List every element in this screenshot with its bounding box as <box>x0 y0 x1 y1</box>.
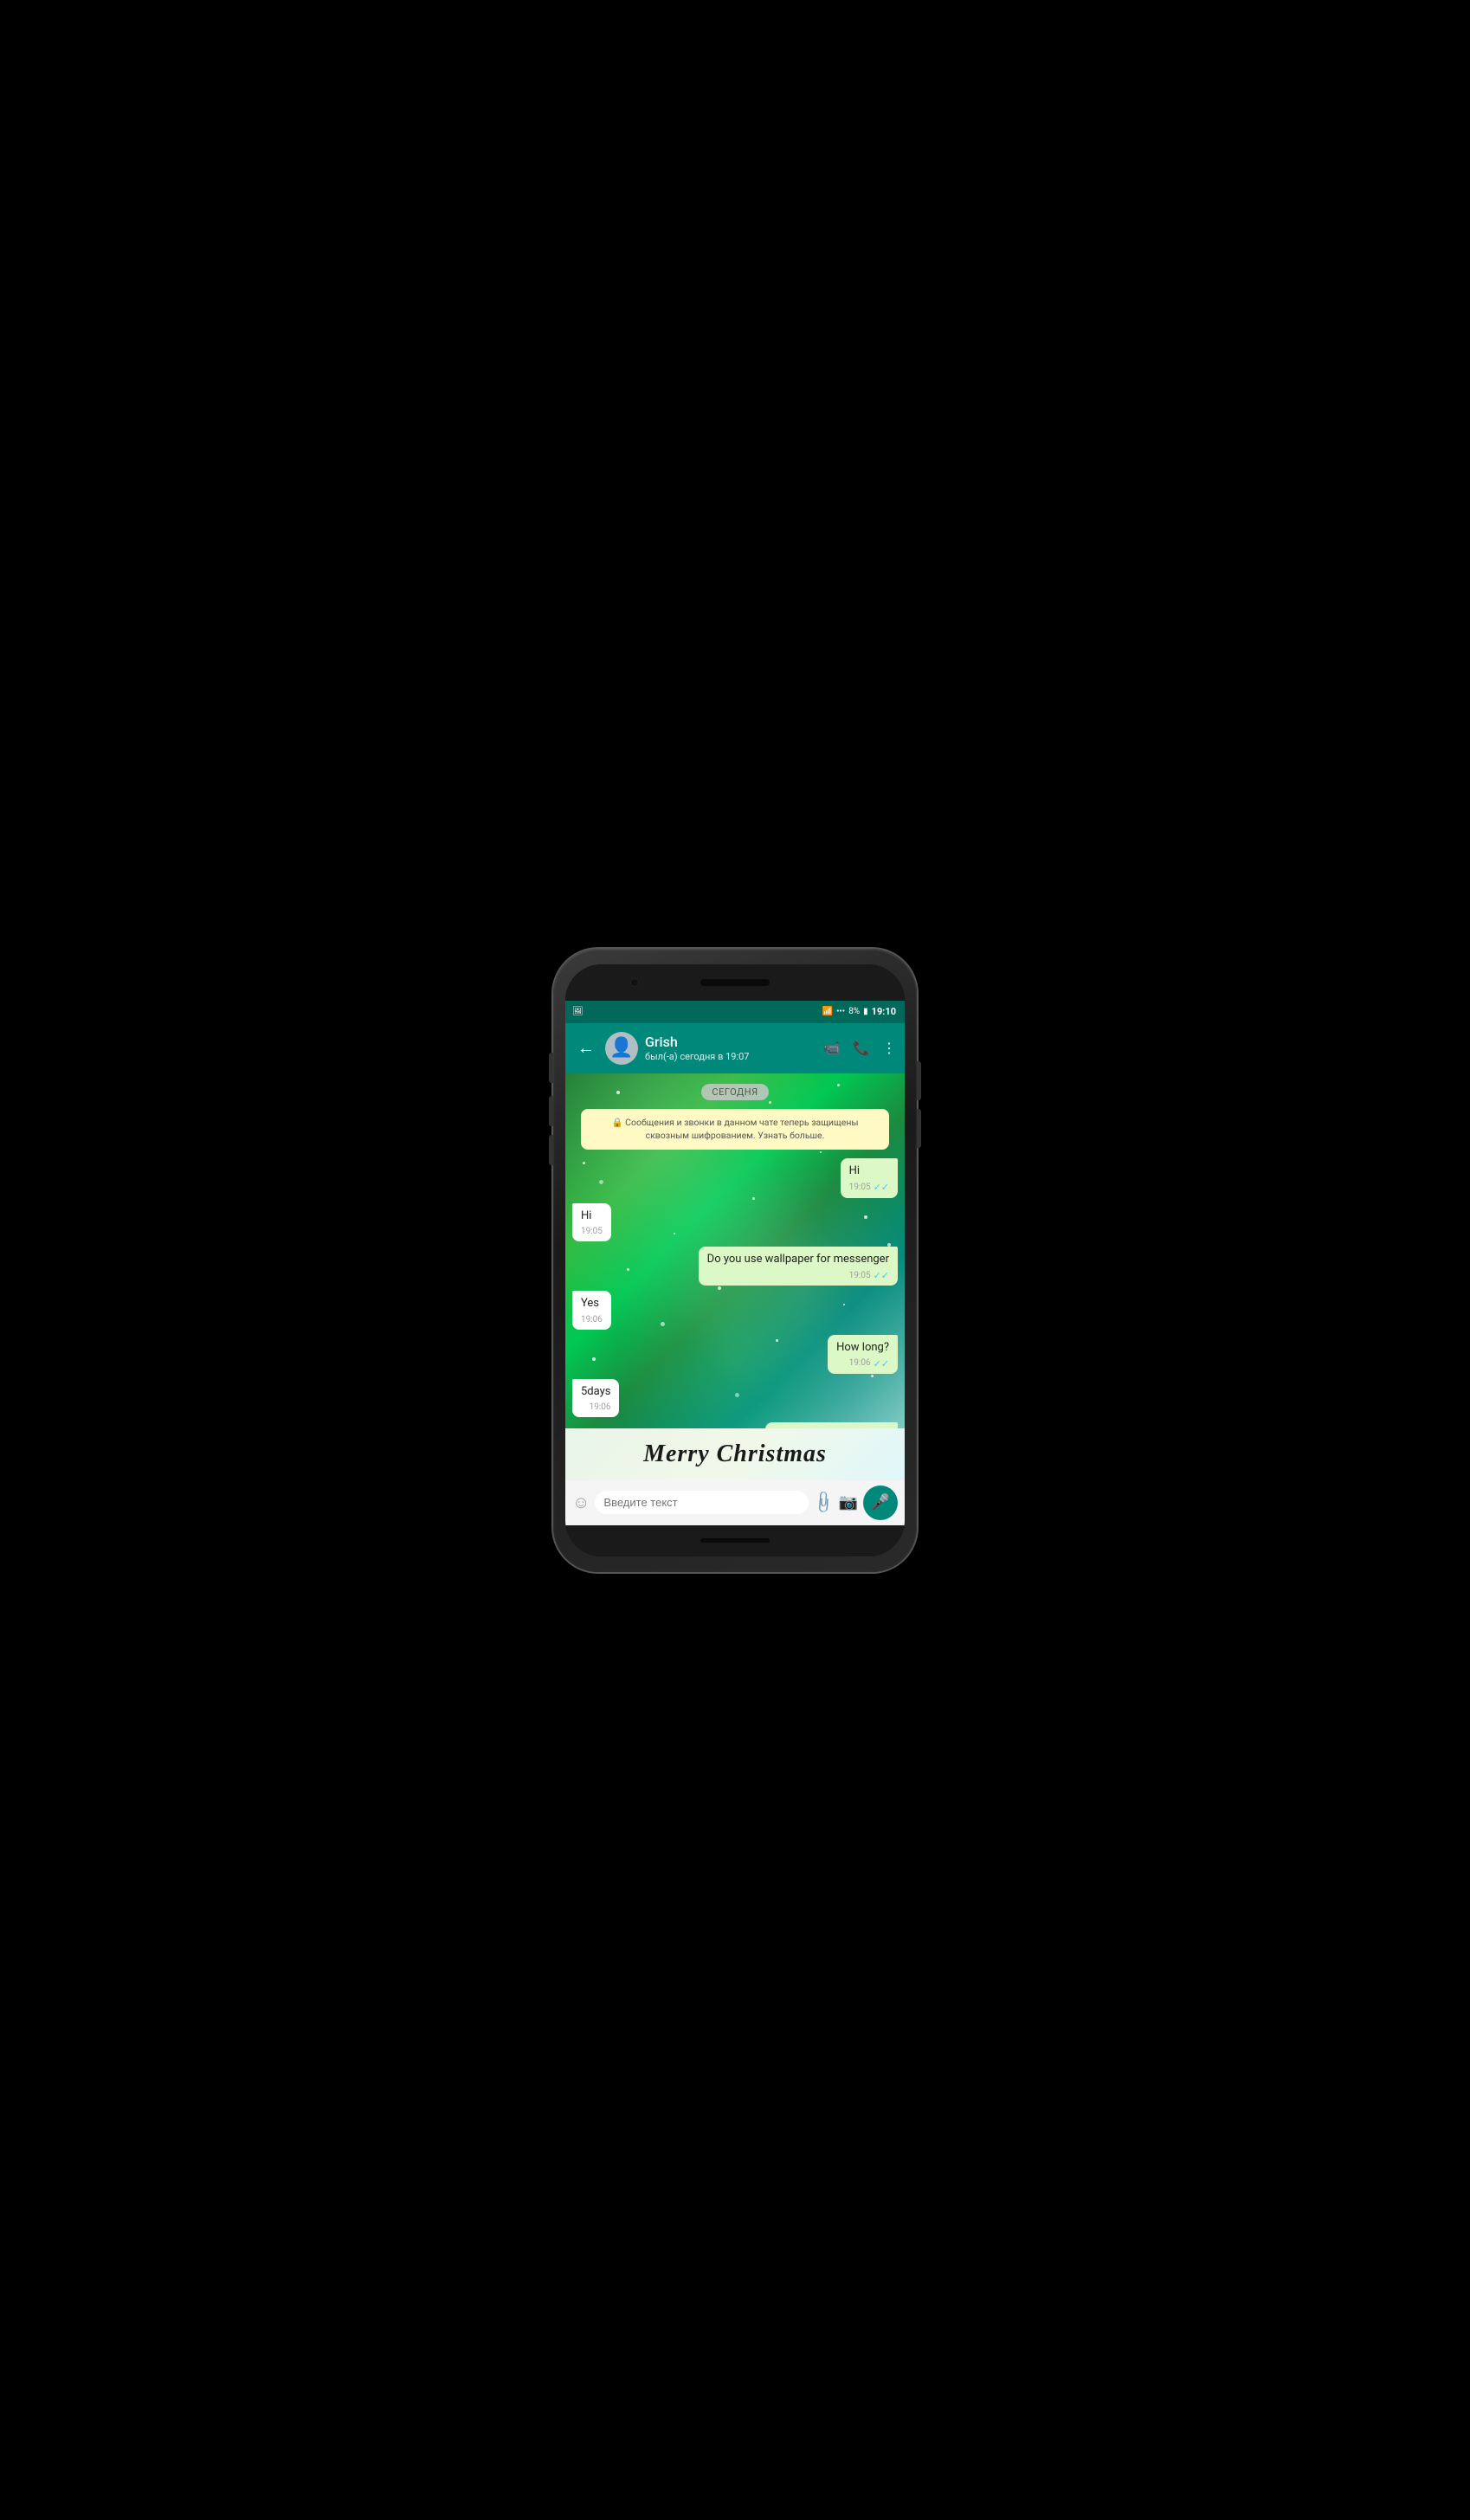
status-left: 🖼 <box>572 1007 583 1016</box>
message-time: 19:06 <box>590 1402 611 1414</box>
phone-call-button[interactable]: 📞 <box>853 1040 870 1056</box>
message-row: Yes 19:06 <box>572 1291 898 1329</box>
bubble-meta: 19:05 ✓✓ <box>849 1181 889 1194</box>
contact-info: Grish был(-а) сегодня в 19:07 <box>645 1034 816 1061</box>
message-time: 19:06 <box>581 1314 603 1326</box>
bubble-meta: 19:06 <box>581 1402 610 1414</box>
phone-device: 🖼 📶 ••• 8% ▮ 19:10 ← 👤 Grish был( <box>553 949 917 1572</box>
contact-status: был(-а) сегодня в 19:07 <box>645 1051 816 1062</box>
message-bubble-sent: Do you use wallpaper for messenger 19:05… <box>699 1247 898 1286</box>
message-time: 19:05 <box>581 1226 603 1238</box>
message-ticks: ✓✓ <box>874 1181 889 1194</box>
message-text: Hi <box>581 1209 591 1222</box>
input-bar: ☺ 📎 📷 🎤 <box>565 1480 905 1525</box>
message-time: 19:05 <box>849 1270 871 1282</box>
mic-button[interactable]: 🎤 <box>863 1486 898 1520</box>
bubble-meta: 19:05 ✓✓ <box>707 1269 889 1282</box>
message-row: Do you use wallpaper for messenger 19:05… <box>572 1247 898 1286</box>
message-bubble-sent: How long? 19:06 ✓✓ <box>828 1335 898 1375</box>
bubble-meta: 19:05 <box>581 1226 603 1238</box>
merry-christmas-text: Merry Christmas <box>643 1440 827 1468</box>
more-options-button[interactable]: ⋮ <box>882 1040 896 1056</box>
app-header: ← 👤 Grish был(-а) сегодня в 19:07 📹 📞 ⋮ <box>565 1023 905 1073</box>
message-text: Yes <box>581 1297 599 1310</box>
mic-icon: 🎤 <box>871 1493 890 1511</box>
camera-button[interactable]: 📷 <box>839 1493 858 1511</box>
message-row: Hi 19:05 ✓✓ <box>572 1158 898 1198</box>
chat-bottom: Merry Christmas ☺ 📎 📷 🎤 <box>565 1428 905 1525</box>
status-time: 19:10 <box>872 1006 896 1017</box>
emoji-button[interactable]: ☺ <box>572 1492 590 1513</box>
avatar: 👤 <box>605 1032 638 1065</box>
status-right: 📶 ••• 8% ▮ 19:10 <box>822 1006 896 1017</box>
message-text: Do you use wallpaper for messenger <box>707 1253 889 1266</box>
contact-name: Grish <box>645 1034 816 1050</box>
message-input[interactable] <box>595 1491 809 1514</box>
date-badge: СЕГОДНЯ <box>701 1084 768 1100</box>
message-ticks: ✓✓ <box>874 1269 889 1282</box>
wifi-icon: 📶 <box>822 1007 833 1016</box>
chat-messages: СЕГОДНЯ 🔒 Сообщения и звонки в данном ча… <box>565 1073 905 1428</box>
message-bubble-received: 5days 19:06 <box>572 1379 619 1417</box>
encryption-notice: 🔒 Сообщения и звонки в данном чате тепер… <box>581 1109 889 1150</box>
message-text: Hi <box>849 1164 860 1177</box>
phone-bottom-bar <box>565 1525 905 1556</box>
message-text: How long? <box>836 1341 889 1354</box>
back-button[interactable]: ← <box>574 1034 598 1062</box>
message-row: How long? 19:06 ✓✓ <box>572 1335 898 1375</box>
avatar-icon: 👤 <box>609 1037 633 1059</box>
message-text: 5days <box>581 1385 610 1398</box>
merry-christmas-banner: Merry Christmas <box>565 1428 905 1480</box>
notification-icon: 🖼 <box>572 1007 583 1016</box>
message-bubble-received: Yes 19:06 <box>572 1291 611 1329</box>
message-time: 19:06 <box>849 1357 871 1370</box>
bottom-speaker <box>700 1538 770 1543</box>
front-camera <box>630 978 639 987</box>
message-row: Hi 19:05 <box>572 1203 898 1241</box>
signal-icon: ••• <box>836 1007 845 1016</box>
bubble-meta: 19:06 <box>581 1314 603 1326</box>
message-ticks: ✓✓ <box>874 1357 889 1370</box>
message-row: 5days 19:06 <box>572 1379 898 1417</box>
battery-icon: ▮ <box>863 1007 868 1016</box>
header-actions: 📹 📞 ⋮ <box>823 1040 896 1056</box>
message-bubble-received: Hi 19:05 <box>572 1203 611 1241</box>
chat-area: СЕГОДНЯ 🔒 Сообщения и звонки в данном ча… <box>565 1073 905 1428</box>
bubble-meta: 19:06 ✓✓ <box>836 1357 889 1370</box>
battery-percent: 8% <box>848 1007 860 1016</box>
phone-top-bar <box>565 964 905 1001</box>
phone-screen: 🖼 📶 ••• 8% ▮ 19:10 ← 👤 Grish был( <box>565 964 905 1556</box>
message-time: 19:05 <box>849 1182 871 1194</box>
message-bubble-sent: Hi 19:05 ✓✓ <box>841 1158 898 1198</box>
status-bar: 🖼 📶 ••• 8% ▮ 19:10 <box>565 1001 905 1023</box>
attach-button[interactable]: 📎 <box>810 1489 837 1516</box>
video-call-button[interactable]: 📹 <box>823 1040 841 1056</box>
speaker <box>700 979 770 986</box>
screen: 🖼 📶 ••• 8% ▮ 19:10 ← 👤 Grish был( <box>565 1001 905 1525</box>
